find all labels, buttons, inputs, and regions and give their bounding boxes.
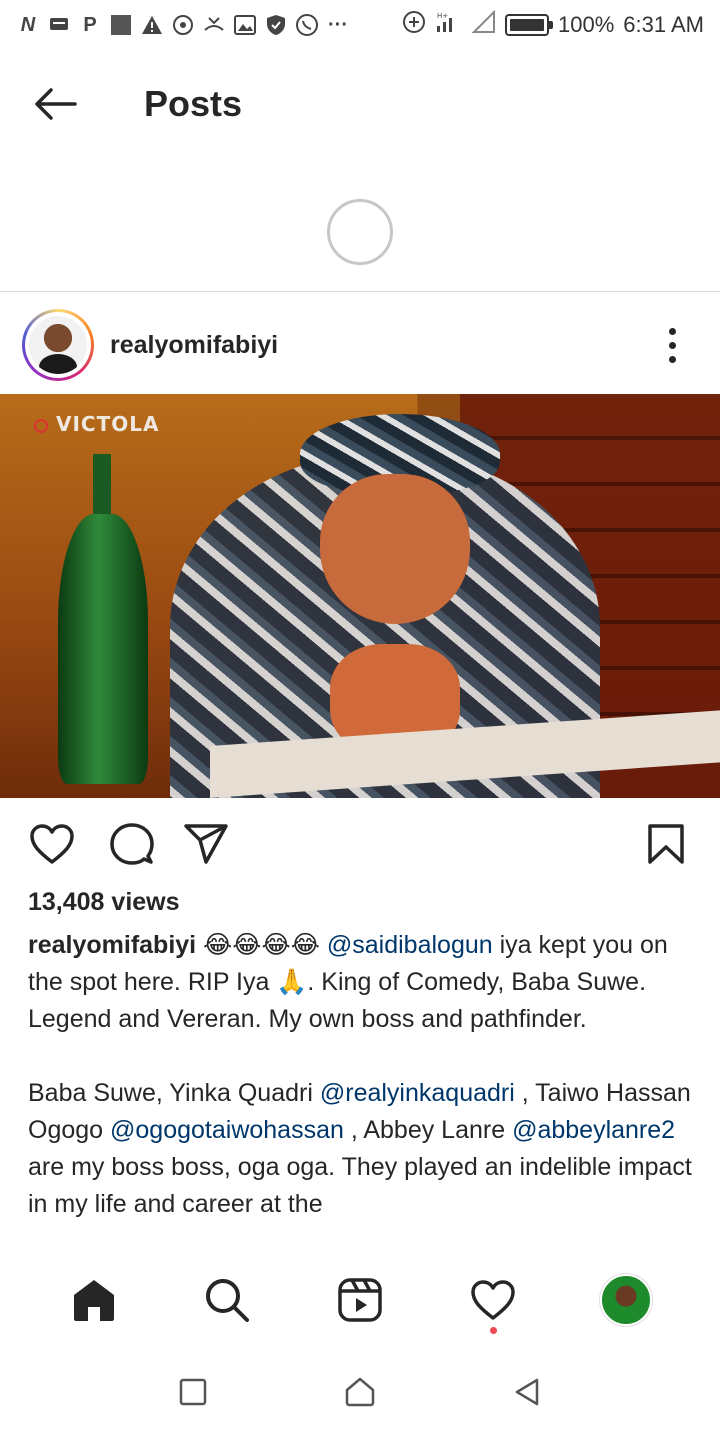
- image-box-icon: [109, 13, 133, 37]
- watermark-logo-icon: [34, 418, 48, 433]
- svg-text:H+: H+: [437, 12, 448, 20]
- caption-text: , Abbey Lanre: [343, 1116, 513, 1144]
- share-button[interactable]: [182, 820, 230, 868]
- bookmark-icon: [648, 824, 684, 864]
- caption-paragraph: Baba Suwe, Yinka Quadri @realyinkaquadri…: [28, 1075, 696, 1223]
- post-caption: realyomifabiyi 😂😂😂😂 @saidibalogun iya ke…: [28, 927, 696, 1257]
- home-house-icon: [345, 1377, 375, 1407]
- nav-profile[interactable]: [598, 1272, 654, 1328]
- caption-text: Baba Suwe, Yinka Quadri: [28, 1079, 320, 1107]
- notification-dot: [489, 1327, 497, 1334]
- post-video[interactable]: VICTOLA: [0, 394, 720, 798]
- nav-activity[interactable]: [465, 1272, 521, 1334]
- caption-emoji: 😂😂😂😂: [196, 931, 327, 959]
- dot-icon: [668, 355, 676, 363]
- data-saver-icon: [402, 10, 426, 40]
- caption-username[interactable]: realyomifabiyi: [28, 931, 196, 959]
- message-icon: [47, 13, 71, 37]
- back-button[interactable]: [0, 56, 110, 152]
- vpn-icon: [171, 13, 195, 37]
- recents-button[interactable]: [169, 1368, 217, 1416]
- like-button[interactable]: [28, 820, 76, 868]
- more-options-button[interactable]: [652, 315, 692, 375]
- n-icon: N: [20, 13, 36, 36]
- video-face: [320, 474, 470, 624]
- comment-bubble-icon: [110, 823, 154, 865]
- avatar-image: [29, 316, 87, 374]
- save-button[interactable]: [642, 820, 690, 868]
- divider: [0, 291, 720, 292]
- more-dots-icon: ···: [328, 13, 348, 36]
- app-header: Posts: [0, 56, 720, 152]
- status-bar: N P ··· H+ 100% 6:31 AM: [0, 0, 720, 50]
- post-username[interactable]: realyomifabiyi: [110, 331, 278, 360]
- nav-reels[interactable]: [332, 1272, 388, 1328]
- profile-avatar: [599, 1274, 652, 1326]
- nav-home[interactable]: [66, 1272, 122, 1328]
- avatar[interactable]: [22, 309, 94, 381]
- status-system: H+ 100% 6:31 AM: [402, 9, 704, 40]
- heart-icon: [30, 824, 74, 864]
- mention-link[interactable]: @realyinkaquadri: [320, 1079, 515, 1107]
- avatar-border: [25, 312, 91, 378]
- p-icon: P: [83, 13, 97, 36]
- search-icon: [206, 1279, 250, 1322]
- dot-icon: [668, 327, 676, 335]
- battery-icon: [505, 14, 553, 36]
- mention-link[interactable]: @abbeylanre2: [512, 1116, 675, 1144]
- system-home-button[interactable]: [336, 1368, 384, 1416]
- views-count[interactable]: 13,408 views: [28, 888, 180, 917]
- whatsapp-icon: [295, 13, 319, 37]
- watermark-text: VICTOLA: [56, 412, 160, 436]
- comment-button[interactable]: [108, 820, 156, 868]
- loading-spinner: [327, 199, 393, 265]
- signal-empty-icon: [471, 9, 496, 40]
- post-actions: [0, 812, 720, 876]
- page-title: Posts: [144, 83, 243, 124]
- shield-icon: [264, 13, 288, 37]
- battery-percent: 100%: [558, 12, 615, 37]
- mention-link[interactable]: @ogogotaiwohassan: [110, 1116, 344, 1144]
- clock: 6:31 AM: [623, 12, 704, 37]
- missed-call-icon: [202, 13, 226, 37]
- arrow-left-icon: [35, 88, 77, 120]
- caption-paragraph: realyomifabiyi 😂😂😂😂 @saidibalogun iya ke…: [28, 927, 696, 1038]
- signal-icon: H+: [435, 10, 463, 40]
- video-bottle: [58, 514, 148, 784]
- status-notification-icons: N P ···: [16, 13, 350, 37]
- video-watermark: VICTOLA: [34, 412, 159, 436]
- post-header: realyomifabiyi: [0, 300, 720, 390]
- mention-link[interactable]: @saidibalogun: [327, 931, 493, 959]
- bottom-navigation: [0, 1256, 720, 1344]
- warning-icon: [140, 13, 164, 37]
- dot-icon: [668, 341, 676, 349]
- reels-icon: [338, 1278, 382, 1322]
- system-navigation: [0, 1344, 720, 1440]
- recents-square-icon: [180, 1378, 207, 1406]
- back-triangle-icon: [515, 1378, 538, 1406]
- paper-plane-icon: [184, 824, 228, 864]
- gallery-icon: [233, 13, 257, 37]
- caption-text: are my boss boss, oga oga. They played a…: [28, 1153, 692, 1218]
- system-back-button[interactable]: [503, 1368, 551, 1416]
- activity-heart-icon: [471, 1280, 515, 1320]
- home-icon: [74, 1280, 115, 1321]
- nav-search[interactable]: [199, 1272, 255, 1328]
